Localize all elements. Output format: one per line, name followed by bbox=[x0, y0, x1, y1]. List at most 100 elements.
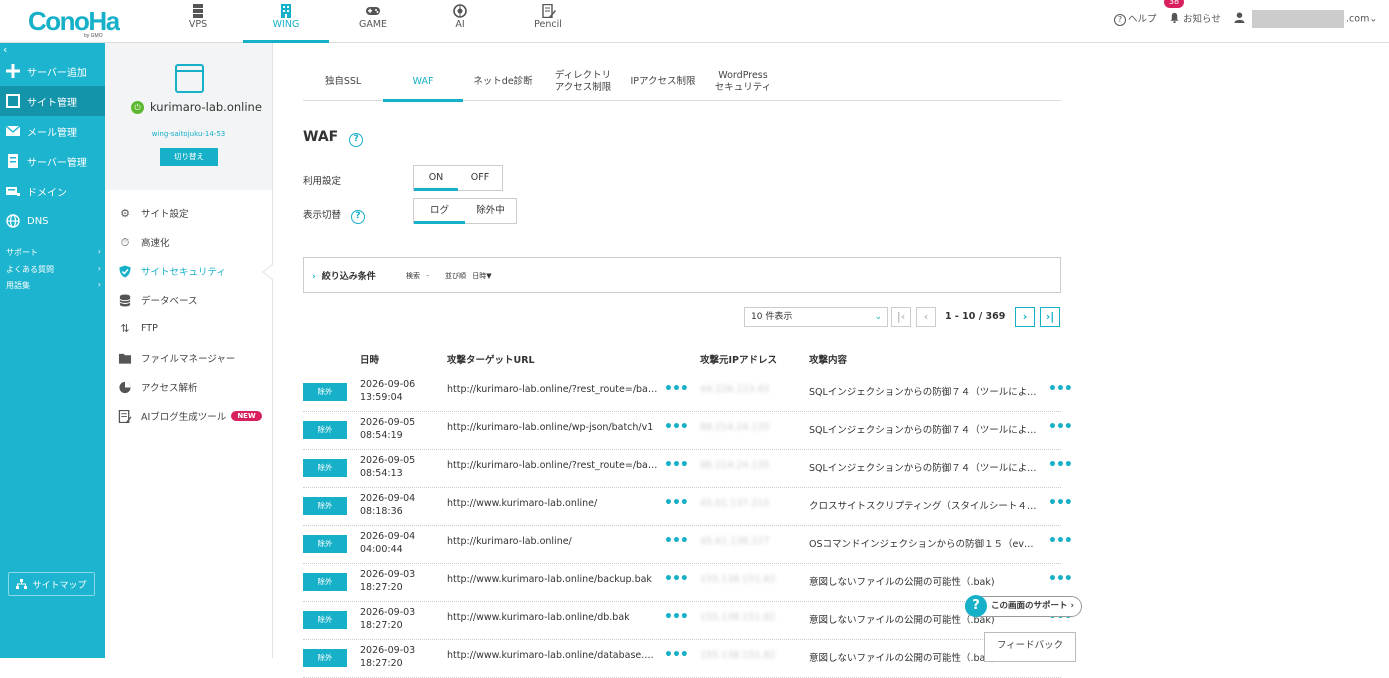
more-attack-icon[interactable]: ••• bbox=[1048, 571, 1073, 587]
help-icon[interactable]: ? bbox=[351, 210, 366, 224]
active-menu-pointer bbox=[262, 264, 273, 280]
exclude-button[interactable]: 除外 bbox=[303, 535, 347, 553]
more-url-icon[interactable]: ••• bbox=[664, 647, 689, 663]
exclude-button[interactable]: 除外 bbox=[303, 573, 347, 591]
more-url-icon[interactable]: ••• bbox=[664, 533, 689, 549]
log-datetime: 2026-09-03 18:27:20 bbox=[360, 644, 415, 670]
per-page-value: 10 件表示 bbox=[751, 312, 793, 322]
tab-wordpress-security[interactable]: WordPress セキュリティ bbox=[703, 64, 783, 100]
more-url-icon[interactable]: ••• bbox=[664, 457, 689, 473]
site-menu-database[interactable]: データベース bbox=[118, 293, 198, 307]
tab-ssl[interactable]: 独自SSL bbox=[303, 64, 383, 100]
log-source-ip: 45.61.138.227 bbox=[700, 536, 770, 547]
more-attack-icon[interactable]: ••• bbox=[1048, 533, 1073, 549]
next-page-button[interactable]: › bbox=[1015, 307, 1035, 327]
sitemap-button[interactable]: サイトマップ bbox=[8, 572, 95, 596]
sidebar-item-site-management[interactable]: サイト管理 bbox=[0, 86, 105, 116]
sidebar-item-mail[interactable]: メール管理 bbox=[0, 116, 105, 146]
more-attack-icon[interactable]: ••• bbox=[1048, 419, 1073, 435]
more-url-icon[interactable]: ••• bbox=[664, 495, 689, 511]
support-label: この画面のサポート bbox=[991, 601, 1068, 611]
nav-tab-wing[interactable]: WING bbox=[243, 0, 329, 43]
exclude-button[interactable]: 除外 bbox=[303, 649, 347, 667]
table-row: 除外 2026-09-03 18:27:20 http://www.kurimaro-… bbox=[303, 602, 1073, 640]
more-url-icon[interactable]: ••• bbox=[664, 609, 689, 625]
tab-ip-access[interactable]: IPアクセス制限 bbox=[623, 64, 703, 100]
sidebar-link-glossary[interactable]: 用語集 › bbox=[6, 280, 101, 291]
per-page-select[interactable]: 10 件表示 ⌄ bbox=[744, 307, 888, 327]
switch-site-button[interactable]: 切り替え bbox=[160, 148, 218, 166]
sidebar-link-faq[interactable]: よくある質問 › bbox=[6, 264, 101, 275]
filter-toggle[interactable]: › 絞り込み条件 bbox=[312, 269, 376, 282]
nav-tab-pencil[interactable]: Pencil bbox=[505, 0, 591, 42]
usage-on-button[interactable]: ON bbox=[414, 166, 458, 191]
tab-waf[interactable]: WAF bbox=[383, 64, 463, 102]
site-menu-settings[interactable]: ⚙ サイト設定 bbox=[118, 206, 188, 221]
table-row: 除外 2026-09-06 13:59:04 http://kurimaro-lab.… bbox=[303, 374, 1073, 412]
view-excluded-button[interactable]: 除外中 bbox=[465, 199, 516, 223]
filter-panel[interactable]: › 絞り込み条件 検索 - 並び順 日時▼ bbox=[303, 257, 1061, 293]
pagination-range: 1 - 10 / 369 bbox=[945, 311, 1006, 322]
more-attack-icon[interactable]: ••• bbox=[1048, 381, 1073, 397]
exclude-button[interactable]: 除外 bbox=[303, 611, 347, 629]
log-time: 08:54:19 bbox=[360, 430, 403, 441]
sidebar-item-label: サイト管理 bbox=[27, 97, 77, 109]
filter-search-value: - bbox=[426, 272, 429, 280]
log-datetime: 2026-09-04 04:00:44 bbox=[360, 530, 415, 556]
sidebar-item-domain[interactable]: ドメイン bbox=[0, 176, 105, 206]
usage-off-button[interactable]: OFF bbox=[458, 166, 502, 190]
site-menu-ai-blog[interactable]: AIブログ生成ツール NEW bbox=[118, 409, 262, 423]
account-menu[interactable]: .com⌄ bbox=[1234, 10, 1377, 28]
conoha-logo[interactable]: ConoHa by GMO bbox=[28, 5, 120, 39]
exclude-button[interactable]: 除外 bbox=[303, 497, 347, 515]
log-time: 08:54:13 bbox=[360, 468, 403, 479]
log-source-ip: 44.226.123.45 bbox=[700, 384, 770, 395]
sidebar-item-server[interactable]: サーバー管理 bbox=[0, 146, 105, 176]
page-support-button[interactable]: ? この画面のサポート › bbox=[965, 595, 1082, 617]
chevron-right-icon: › bbox=[97, 247, 101, 256]
nav-tab-vps[interactable]: VPS bbox=[155, 0, 241, 42]
sidebar-item-dns[interactable]: DNS bbox=[0, 206, 105, 236]
site-menu-ftp[interactable]: ⇅ FTP bbox=[118, 322, 157, 335]
server-icon bbox=[193, 4, 203, 18]
more-url-icon[interactable]: ••• bbox=[664, 381, 689, 397]
more-attack-icon[interactable]: ••• bbox=[1048, 457, 1073, 473]
more-url-icon[interactable]: ••• bbox=[664, 419, 689, 435]
site-menu-speedup[interactable]: ⏱ 高速化 bbox=[118, 235, 170, 250]
exclude-button[interactable]: 除外 bbox=[303, 459, 347, 477]
nav-tab-ai[interactable]: AI bbox=[417, 0, 503, 42]
log-time: 18:27:20 bbox=[360, 582, 403, 593]
prev-page-button[interactable]: ‹ bbox=[916, 307, 936, 327]
more-attack-icon[interactable]: ••• bbox=[1048, 495, 1073, 511]
column-header-url: 攻撃ターゲットURL bbox=[447, 355, 535, 366]
site-menu-label: アクセス解析 bbox=[141, 383, 198, 394]
log-attack: OSコマンドインジェクションからの防御１５（eval "...") bbox=[809, 539, 1038, 550]
more-url-icon[interactable]: ••• bbox=[664, 571, 689, 587]
view-log-button[interactable]: ログ bbox=[414, 199, 465, 224]
log-target-url: http://www.kurimaro-lab.online/db.bak bbox=[447, 612, 630, 623]
site-menu-security[interactable]: サイトセキュリティ bbox=[118, 264, 226, 278]
collapse-sidebar-icon[interactable]: ‹ bbox=[3, 43, 7, 56]
sidebar-item-add-server[interactable]: サーバー追加 bbox=[0, 56, 105, 86]
help-link[interactable]: ? ヘルプ bbox=[1114, 11, 1157, 26]
logo-text: ConoHa bbox=[28, 6, 120, 36]
shield-check-icon bbox=[119, 264, 131, 278]
sidebar-link-label: サポート bbox=[6, 248, 38, 257]
log-target-url: http://www.kurimaro-lab.online/database.… bbox=[447, 650, 659, 661]
first-page-button[interactable]: |‹ bbox=[891, 307, 911, 327]
notice-link[interactable]: お知らせ bbox=[1169, 11, 1221, 25]
last-page-button[interactable]: ›| bbox=[1040, 307, 1060, 327]
nav-tab-label: VPS bbox=[188, 19, 208, 30]
sidebar-item-label: サーバー管理 bbox=[27, 157, 87, 169]
log-source-ip: 45.61.137.215 bbox=[700, 498, 770, 509]
help-icon[interactable]: ? bbox=[349, 133, 364, 147]
tab-net-diagnosis[interactable]: ネットde診断 bbox=[463, 64, 543, 100]
exclude-button[interactable]: 除外 bbox=[303, 383, 347, 401]
exclude-button[interactable]: 除外 bbox=[303, 421, 347, 439]
site-menu-access-analytics[interactable]: アクセス解析 bbox=[118, 380, 198, 394]
tab-directory-access[interactable]: ディレクトリ アクセス制限 bbox=[543, 64, 623, 100]
nav-tab-game[interactable]: GAME bbox=[330, 0, 416, 42]
sidebar-link-support[interactable]: サポート › bbox=[6, 247, 101, 258]
log-source-ip: 88.214.24.135 bbox=[700, 460, 770, 471]
site-menu-file-manager[interactable]: ファイルマネージャー bbox=[118, 351, 235, 365]
